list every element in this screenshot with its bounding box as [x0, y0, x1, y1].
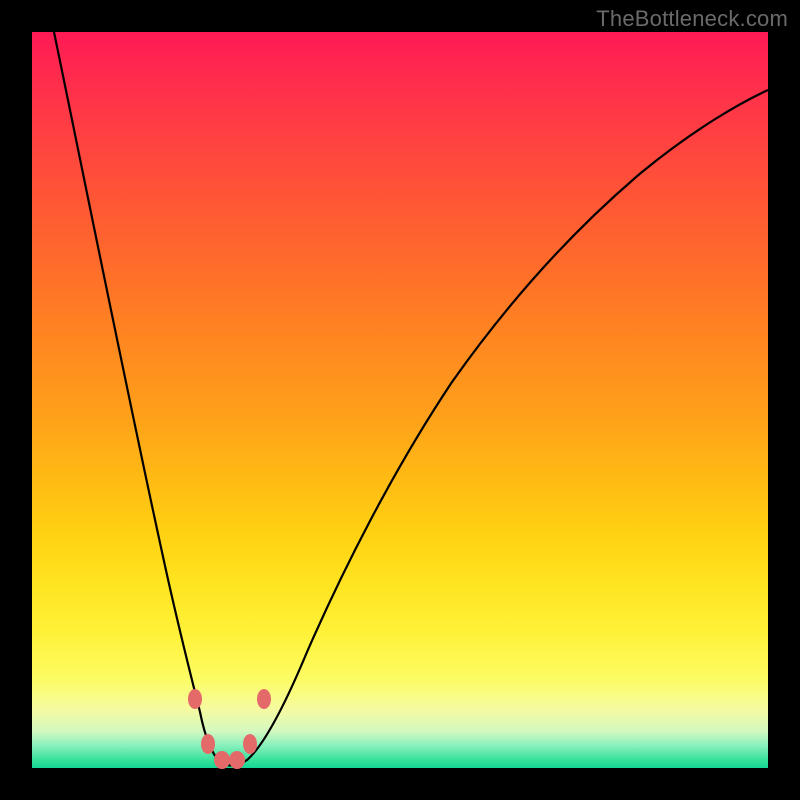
marker-point	[257, 689, 271, 709]
curve-path	[54, 32, 768, 766]
chart-frame: TheBottleneck.com	[0, 0, 800, 800]
marker-point	[188, 689, 202, 709]
bottleneck-curve	[32, 32, 768, 768]
marker-point	[229, 751, 245, 769]
plot-area	[32, 32, 768, 768]
marker-point	[243, 734, 257, 754]
marker-point	[201, 734, 215, 754]
marker-point	[214, 751, 230, 769]
watermark-text: TheBottleneck.com	[596, 6, 788, 32]
